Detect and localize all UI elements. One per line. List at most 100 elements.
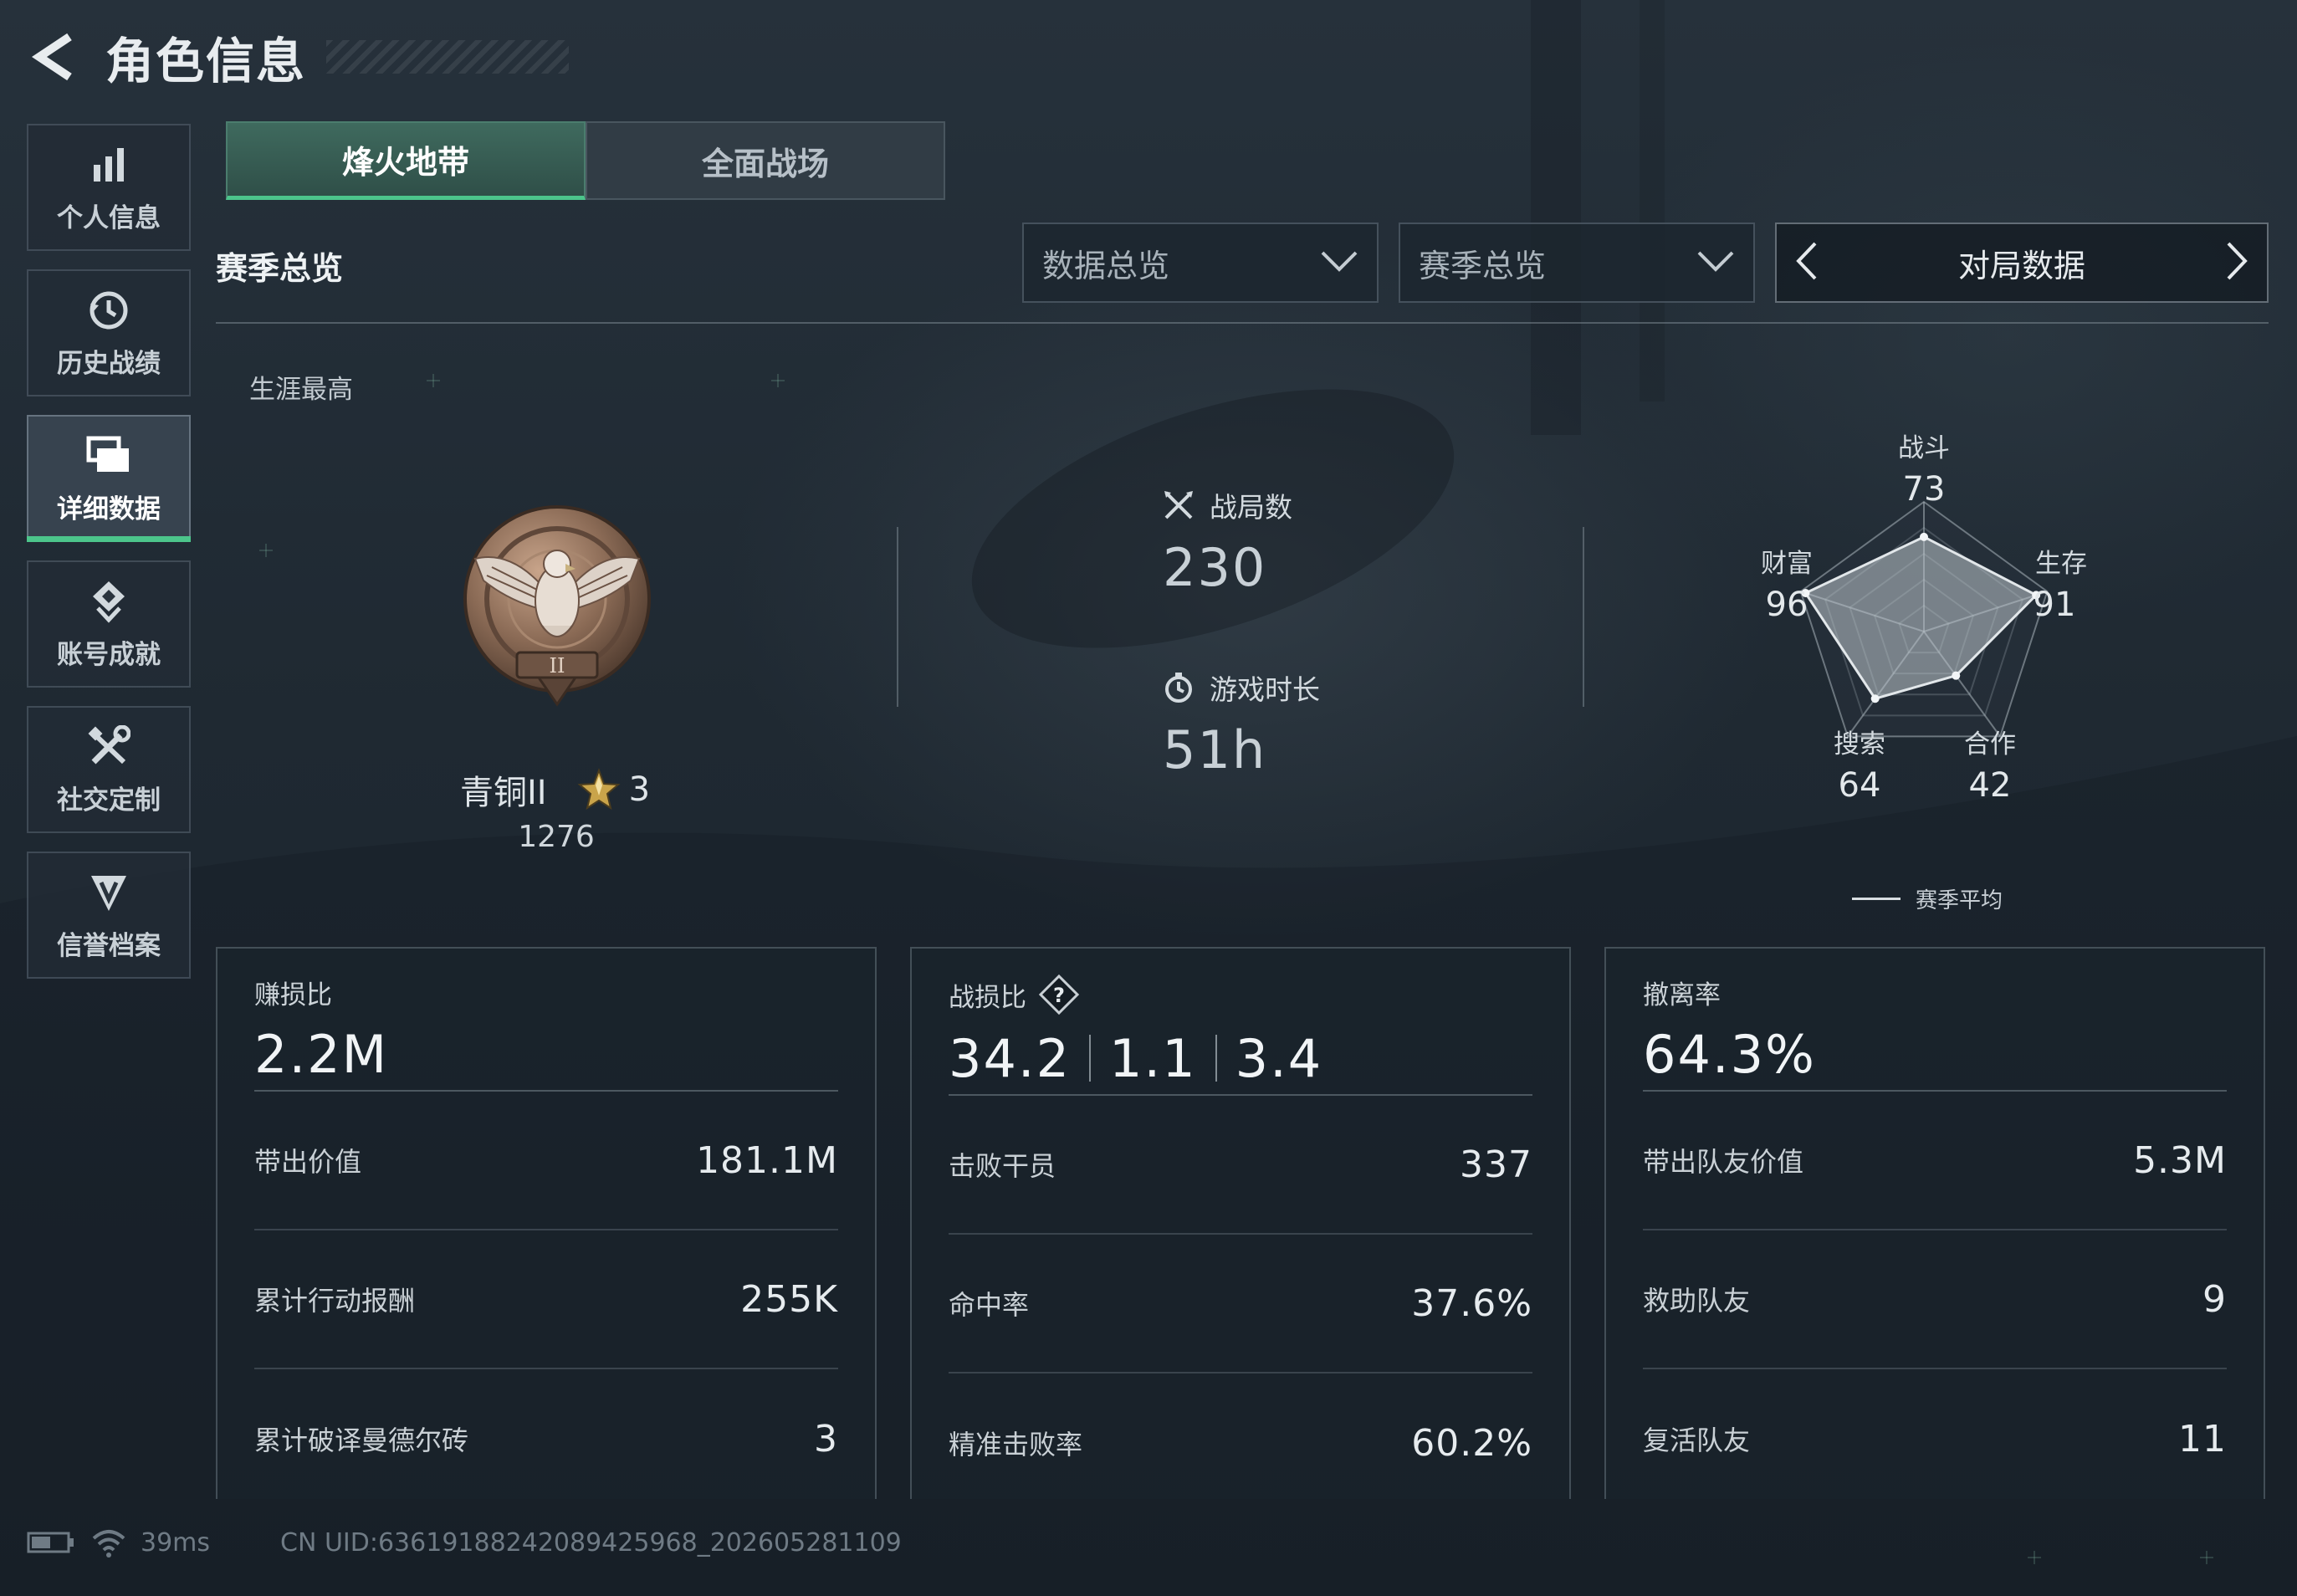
radar-label: 战斗 — [1898, 433, 1950, 463]
help-icon[interactable]: ? — [1038, 974, 1080, 1015]
list-item: 累计行动报酬 255K — [254, 1230, 838, 1369]
playtime-value: 51h — [1163, 719, 1267, 780]
row-label: 带出队友价值 — [1643, 1146, 1804, 1178]
title-hatch-decoration — [326, 40, 569, 74]
divider — [897, 527, 898, 707]
stopwatch-icon — [1165, 673, 1192, 703]
rank-row: 青铜II 3 — [460, 765, 650, 814]
divider — [1215, 1035, 1217, 1082]
bar-chart-icon — [85, 141, 132, 188]
list-item: 带出价值 181.1M — [254, 1092, 838, 1230]
playtime-stat: 游戏时长 51h — [1163, 668, 1320, 780]
row-label: 带出价值 — [254, 1146, 362, 1178]
sidebar-item-label: 个人信息 — [57, 202, 161, 233]
radar-point-4 — [1870, 694, 1880, 703]
history-clock-icon — [85, 287, 132, 334]
card-title: 赚损比 — [254, 980, 332, 1010]
kd-value: 3.4 — [1235, 1027, 1323, 1089]
sidebar-item-social[interactable]: 社交定制 — [27, 706, 191, 833]
radar-point-3 — [1952, 671, 1961, 680]
star-icon — [577, 768, 621, 811]
list-item: 精准击败率 60.2% — [949, 1373, 1532, 1512]
tab-total-war[interactable]: 全面战场 — [586, 121, 945, 200]
radar-value: 96 — [1765, 586, 1808, 624]
extraction-rate-card: 撤离率 64.3% 带出队友价值 5.3M 救助队友 9 复活队友 11 — [1604, 947, 2265, 1499]
sidebar-item-detailed-data[interactable]: 详细数据 — [27, 415, 191, 542]
page-header: 角色信息 — [25, 23, 569, 90]
matches-stat: 战局数 230 — [1163, 485, 1292, 598]
season-dropdown[interactable]: 赛季总览 — [1399, 223, 1755, 303]
legend-label: 赛季平均 — [1916, 888, 2003, 913]
achievement-icon — [85, 578, 132, 625]
card-main-value: 64.3% — [1643, 1023, 1816, 1085]
radar-point-1 — [1920, 532, 1928, 541]
radar-value: 91 — [2033, 586, 2076, 624]
svg-text:II: II — [550, 654, 565, 678]
status-bar: 39ms CN UID:63619188242089425968_2026052… — [27, 1522, 902, 1563]
rank-stars: 3 — [628, 770, 651, 809]
sidebar-item-achievements[interactable]: 账号成就 — [27, 560, 191, 688]
sidebar-item-label: 社交定制 — [57, 785, 161, 816]
divider — [1089, 1035, 1092, 1082]
career-best-label: 生涯最高 — [249, 375, 353, 405]
legend-line — [1852, 898, 1901, 900]
profit-ratio-card: 赚损比 2.2M 带出价值 181.1M 累计行动报酬 255K 累计破译曼德尔… — [216, 947, 877, 1499]
chevron-right-icon[interactable] — [2223, 240, 2252, 285]
row-value: 37.6% — [1411, 1281, 1532, 1325]
ping-value: 39ms — [141, 1527, 211, 1558]
tools-icon — [85, 724, 132, 770]
crossed-swords-icon — [1164, 491, 1193, 519]
divider — [216, 322, 2269, 324]
radar-value: 64 — [1838, 766, 1881, 805]
pager-label: 对局数据 — [1957, 247, 2085, 284]
radar-label: 搜索 — [1834, 729, 1885, 760]
match-data-pager: 对局数据 — [1775, 223, 2269, 303]
row-value: 3 — [814, 1417, 838, 1460]
list-item: 救助队友 9 — [1643, 1230, 2227, 1369]
playtime-label: 游戏时长 — [1210, 673, 1320, 706]
row-value: 337 — [1460, 1143, 1532, 1186]
radar-label: 合作 — [1964, 729, 2016, 760]
cards-icon — [85, 432, 132, 479]
row-label: 救助队友 — [1643, 1285, 1751, 1317]
kd-value: 34.2 — [949, 1027, 1072, 1089]
credit-shield-icon — [85, 869, 132, 916]
svg-text:?: ? — [1053, 984, 1065, 1007]
row-label: 累计破译曼德尔砖 — [254, 1425, 469, 1456]
list-item: 命中率 37.6% — [949, 1235, 1532, 1373]
wifi-icon — [92, 1530, 125, 1558]
matches-label: 战局数 — [1210, 491, 1292, 524]
sidebar-item-label: 账号成就 — [57, 639, 161, 670]
row-label: 击败干员 — [949, 1150, 1056, 1182]
row-value: 255K — [740, 1277, 838, 1321]
row-label: 命中率 — [949, 1289, 1030, 1321]
dropdown-value: 赛季总览 — [1419, 247, 1547, 284]
page-title: 角色信息 — [105, 33, 307, 90]
battery-icon — [27, 1532, 74, 1553]
row-value: 60.2% — [1411, 1421, 1532, 1465]
chevron-left-icon[interactable] — [1792, 240, 1820, 285]
list-item: 带出队友价值 5.3M — [1643, 1092, 2227, 1230]
data-scope-dropdown[interactable]: 数据总览 — [1022, 223, 1379, 303]
dropdown-value: 数据总览 — [1042, 247, 1170, 284]
radar-label: 财富 — [1761, 549, 1813, 579]
rank-name: 青铜II — [460, 774, 547, 812]
row-value: 11 — [2178, 1417, 2227, 1460]
matches-value: 230 — [1163, 537, 1267, 598]
bronze-eagle-rank-icon: II — [463, 505, 651, 707]
sidebar-item-credit[interactable]: 信誉档案 — [27, 852, 191, 979]
tab-hazard-zone[interactable]: 烽火地带 — [226, 121, 586, 200]
chevron-down-icon — [1696, 244, 1735, 281]
card-main-value: 34.2 1.1 3.4 — [949, 1022, 1532, 1094]
card-title: 战损比 — [949, 982, 1026, 1013]
chevron-down-icon — [1320, 244, 1358, 281]
back-arrow-icon[interactable] — [25, 28, 84, 86]
kd-value: 1.1 — [1109, 1027, 1197, 1089]
row-label: 复活队友 — [1643, 1425, 1751, 1456]
radar-legend: 赛季平均 — [1852, 883, 2003, 914]
list-item: 复活队友 11 — [1643, 1369, 2227, 1508]
sidebar-item-personal-info[interactable]: 个人信息 — [27, 124, 191, 251]
sidebar-item-history[interactable]: 历史战绩 — [27, 269, 191, 396]
sidebar-item-label: 信誉档案 — [57, 930, 161, 961]
row-value: 5.3M — [2133, 1138, 2227, 1182]
